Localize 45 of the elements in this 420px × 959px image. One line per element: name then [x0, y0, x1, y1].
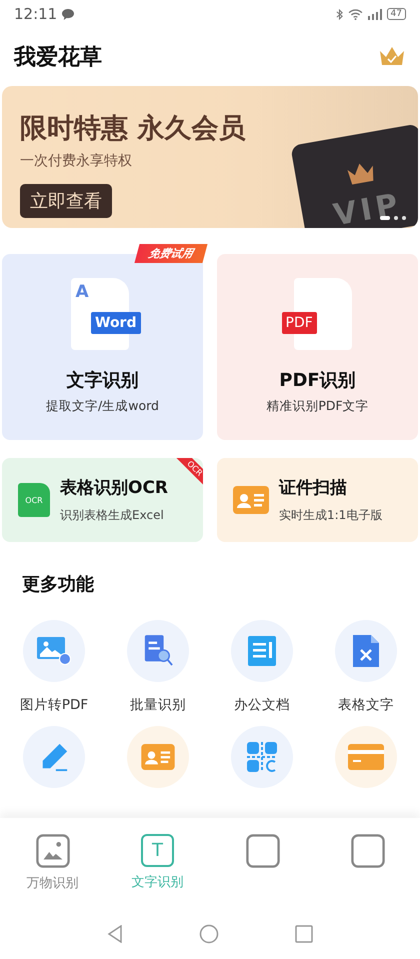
feature-label: 批量识别 — [130, 696, 186, 714]
card-subtitle: 实时生成1:1电子版 — [279, 507, 382, 524]
app-title: 我爱花草 — [14, 44, 102, 72]
battery-indicator: 47 — [386, 8, 406, 20]
feature-card[interactable]: PDF PDF识别 精准识别PDF文字 — [217, 254, 418, 440]
view-now-button[interactable]: 立即查看 — [20, 184, 112, 218]
banner-title: 限时特惠 永久会员 — [20, 112, 246, 146]
spreadsheet-icon: OCR — [18, 483, 50, 517]
id-card-icon — [141, 744, 175, 770]
spreadsheet-icon — [353, 635, 379, 667]
card-title: PDF识别 — [279, 369, 356, 392]
card-title: 文字识别 — [66, 369, 138, 392]
bluetooth-icon — [336, 8, 343, 20]
card-subtitle: 精准识别PDF文字 — [266, 398, 369, 415]
nav-tab[interactable]: 万物识别 — [0, 818, 105, 913]
card-subtitle: 提取文字/生成word — [46, 398, 159, 415]
wifi-icon — [348, 8, 363, 20]
back-icon[interactable] — [107, 925, 123, 943]
document-search-icon — [143, 635, 173, 667]
signal-icon — [368, 8, 382, 20]
home-icon[interactable] — [199, 924, 219, 944]
image-icon — [36, 834, 70, 868]
bank-card-icon — [348, 744, 384, 770]
feature-card[interactable]: 证件扫描 实时生成1:1电子版 — [217, 458, 418, 542]
chat-icon — [62, 8, 74, 20]
feature-label: 表格文字 — [338, 696, 394, 714]
vip-card-text: VIP — [330, 186, 404, 228]
status-time: 12:11 — [14, 5, 58, 23]
banner-subtitle: 一次付费永享特权 — [20, 152, 132, 170]
card-title: 证件扫描 — [279, 477, 348, 499]
feature-label: 办公文档 — [234, 696, 290, 714]
image-icon — [37, 637, 71, 665]
free-trial-badge: 免费试用 — [134, 244, 208, 263]
id-card-icon — [233, 486, 269, 514]
text-icon: T — [141, 834, 174, 867]
card-title: 表格识别OCR — [60, 477, 168, 499]
card-subtitle: 识别表格生成Excel — [60, 507, 165, 524]
square-icon — [350, 834, 384, 868]
qr-code-icon — [247, 742, 277, 772]
square-icon — [246, 834, 280, 868]
section-title: 更多功能 — [22, 573, 95, 596]
document-icon — [248, 636, 276, 666]
recents-icon[interactable] — [295, 925, 313, 943]
feature-label: 图片转PDF — [20, 696, 88, 714]
promo-banner[interactable]: 限时特惠 永久会员 一次付费永享特权 立即查看 VIP — [2, 86, 418, 228]
